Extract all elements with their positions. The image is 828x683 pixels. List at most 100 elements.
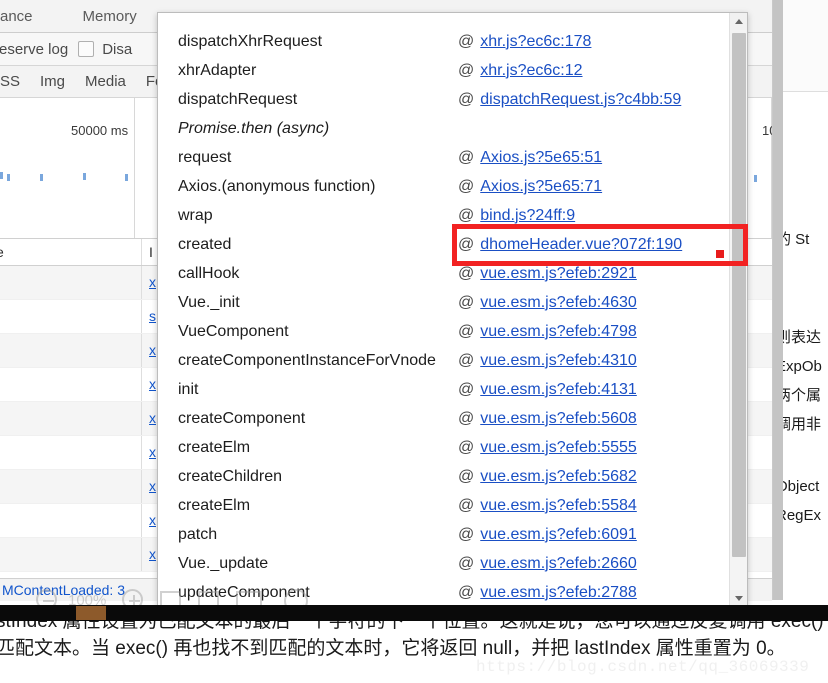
- overview-time-label-right: 100: [762, 123, 772, 138]
- stack-frame[interactable]: VueComponent @ vue.esm.js?efeb:4798: [158, 317, 730, 346]
- stack-frame-source-link[interactable]: Axios.js?5e65:51: [480, 149, 602, 167]
- stack-frame[interactable]: createComponentInstanceForVnode @ vue.es…: [158, 346, 730, 375]
- panel-divider-strip[interactable]: [773, 0, 783, 600]
- at-symbol: @: [458, 264, 475, 282]
- at-symbol: @: [458, 351, 475, 369]
- stack-frame-function: Axios.(anonymous function): [178, 177, 376, 195]
- blog-text-fragment: RegEx: [782, 507, 822, 524]
- stack-frame[interactable]: patch @ vue.esm.js?efeb:6091: [158, 520, 730, 549]
- column-header-name[interactable]: e: [0, 244, 4, 260]
- initiator-link[interactable]: x: [149, 478, 156, 494]
- at-symbol: @: [458, 177, 475, 195]
- column-header-initiator[interactable]: I: [149, 244, 153, 260]
- stack-frame-source-link[interactable]: xhr.js?ec6c:12: [480, 62, 582, 80]
- blog-text-fragment: 两个属: [782, 387, 822, 404]
- at-symbol: @: [458, 235, 475, 253]
- type-filter-img[interactable]: Img: [30, 73, 75, 90]
- stack-frame[interactable]: createElm @ vue.esm.js?efeb:5584: [158, 491, 730, 520]
- stack-frame[interactable]: wrap @ bind.js?24ff:9: [158, 201, 730, 230]
- stack-frame[interactable]: Vue._init @ vue.esm.js?efeb:4630: [158, 288, 730, 317]
- stack-frame-function: createComponent: [178, 409, 306, 427]
- stack-frame-source-link[interactable]: vue.esm.js?efeb:4310: [480, 352, 637, 370]
- blog-text-column: 的 St 则表达 ExpOb 两个属 调用非 Object RegEx: [782, 92, 828, 683]
- stack-frame-source-link[interactable]: vue.esm.js?efeb:4798: [480, 323, 637, 341]
- censor-bar: [0, 605, 828, 621]
- at-symbol: @: [458, 206, 475, 224]
- stack-frame-source-link[interactable]: vue.esm.js?efeb:4630: [480, 294, 637, 312]
- at-symbol: @: [458, 467, 475, 485]
- initiator-link[interactable]: x: [149, 342, 156, 358]
- at-symbol: @: [458, 32, 475, 50]
- stack-frame-source-link[interactable]: vue.esm.js?efeb:5584: [480, 497, 637, 515]
- stack-frame-function: VueComponent: [178, 322, 289, 340]
- stack-frame[interactable]: Vue._update @ vue.esm.js?efeb:2660: [158, 549, 730, 578]
- stack-frame-source-link[interactable]: xhr.js?ec6c:178: [480, 33, 591, 51]
- initiator-link[interactable]: x: [149, 546, 156, 562]
- scrollbar-thumb[interactable]: [732, 33, 746, 557]
- stack-frame-async-separator: Promise.then (async): [158, 114, 730, 143]
- stack-frame-source-link[interactable]: vue.esm.js?efeb:5608: [480, 410, 637, 428]
- stack-frame[interactable]: Axios.(anonymous function) @ Axios.js?5e…: [158, 172, 730, 201]
- stack-frame-function: dispatchRequest: [178, 90, 298, 108]
- type-filter-css[interactable]: SS: [0, 73, 30, 90]
- disable-cache-checkbox[interactable]: [78, 41, 95, 57]
- initiator-link[interactable]: x: [149, 274, 156, 290]
- stack-frame[interactable]: xhrAdapter @ xhr.js?ec6c:12: [158, 56, 730, 85]
- overview-time-label-left: 50000 ms: [71, 123, 129, 138]
- initiator-link[interactable]: s: [149, 308, 156, 324]
- initiator-link[interactable]: x: [149, 410, 156, 426]
- stack-frame-function: dispatchXhrRequest: [178, 32, 323, 50]
- stack-frame-source-link[interactable]: bind.js?24ff:9: [480, 207, 575, 225]
- stack-frame-function: wrap: [178, 206, 213, 224]
- stack-frame-source-link[interactable]: Axios.js?5e65:71: [480, 178, 602, 196]
- stack-frame-source-link[interactable]: dispatchRequest.js?c4bb:59: [480, 91, 681, 109]
- annotation-marker-dot: [716, 250, 724, 258]
- stack-frame-source-link[interactable]: vue.esm.js?efeb:2788: [480, 584, 637, 602]
- at-symbol: @: [458, 409, 475, 427]
- disable-cache-label[interactable]: Disa: [102, 41, 132, 58]
- at-symbol: @: [458, 554, 475, 572]
- stack-frame[interactable]: dispatchXhrRequest @ xhr.js?ec6c:178: [158, 27, 730, 56]
- type-filter-media[interactable]: Media: [75, 73, 136, 90]
- stack-frame-source-link[interactable]: vue.esm.js?efeb:5682: [480, 468, 637, 486]
- stack-frame-source-link[interactable]: vue.esm.js?efeb:5555: [480, 439, 637, 457]
- initiator-link[interactable]: x: [149, 512, 156, 528]
- at-symbol: @: [458, 438, 475, 456]
- stack-frame[interactable]: callHook @ vue.esm.js?efeb:2921: [158, 259, 730, 288]
- popup-scrollbar[interactable]: [729, 13, 747, 607]
- stack-frame-source-link[interactable]: dhomeHeader.vue?072f:190: [480, 236, 682, 254]
- stack-frame[interactable]: createComponent @ vue.esm.js?efeb:5608: [158, 404, 730, 433]
- initiator-link[interactable]: x: [149, 444, 156, 460]
- stack-frame-function: created: [178, 235, 232, 253]
- blog-text-fragment: ExpOb: [782, 358, 822, 375]
- stack-frame[interactable]: createElm @ vue.esm.js?efeb:5555: [158, 433, 730, 462]
- blog-text-fragment: 的 St: [782, 231, 810, 248]
- stack-frame-source-link[interactable]: vue.esm.js?efeb:4131: [480, 381, 637, 399]
- blog-text-fragment: Object: [782, 478, 820, 495]
- right-panel-top-blank: [783, 0, 828, 92]
- stack-frame[interactable]: request @ Axios.js?5e65:51: [158, 143, 730, 172]
- stack-frame-function: request: [178, 148, 232, 166]
- stack-frame-function: createElm: [178, 438, 251, 456]
- stack-frame-source-link[interactable]: vue.esm.js?efeb:2660: [480, 555, 637, 573]
- stack-frame-function: Vue._init: [178, 293, 240, 311]
- site-watermark: https://blog.csdn.net/qq_36069339: [476, 658, 810, 676]
- stack-frame-function: patch: [178, 525, 218, 543]
- stack-frame-source-link[interactable]: vue.esm.js?efeb:6091: [480, 526, 637, 544]
- scroll-up-arrow-icon[interactable]: [730, 13, 747, 30]
- at-symbol: @: [458, 61, 475, 79]
- initiator-link[interactable]: x: [149, 376, 156, 392]
- stack-frame-source-link[interactable]: vue.esm.js?efeb:2921: [480, 265, 637, 283]
- at-symbol: @: [458, 496, 475, 514]
- stack-frame[interactable]: dispatchRequest @ dispatchRequest.js?c4b…: [158, 85, 730, 114]
- stack-trace-popup[interactable]: dispatchXhrRequest @ xhr.js?ec6c:178 xhr…: [157, 12, 748, 608]
- at-symbol: @: [458, 148, 475, 166]
- stack-frame[interactable]: createChildren @ vue.esm.js?efeb:5682: [158, 462, 730, 491]
- stack-frame[interactable]: init @ vue.esm.js?efeb:4131: [158, 375, 730, 404]
- preserve-log-label[interactable]: reserve log: [0, 41, 68, 58]
- tab-performance[interactable]: ance: [0, 8, 47, 25]
- stack-frame-function: xhrAdapter: [178, 61, 257, 79]
- tab-memory[interactable]: Memory: [69, 8, 151, 25]
- at-symbol: @: [458, 525, 475, 543]
- stack-frame-highlighted[interactable]: created @ dhomeHeader.vue?072f:190: [158, 230, 730, 259]
